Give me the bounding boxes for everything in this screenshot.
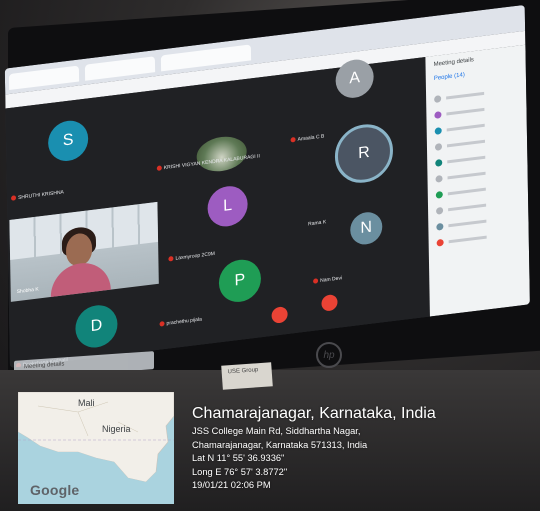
geotag-stamp: Chamarajanagar, Karnataka, India JSS Col… (192, 404, 436, 493)
geotag-address-line2: Chamarajanagar, Karnataka 571313, India (192, 439, 368, 450)
person-face (65, 231, 93, 268)
participant-name: Rama K (308, 219, 327, 228)
sticker-text: USE Group (227, 367, 259, 376)
map-label-nigeria: Nigeria (102, 424, 131, 434)
list-item[interactable] (436, 227, 521, 247)
laptop-screen: S SHRUTHI KRISHNA KRISHI VIGYAN KENDRA K… (4, 4, 530, 369)
sticker-label: USE Group (221, 362, 273, 390)
mic-off-icon (290, 137, 296, 143)
avatar-initial: R (358, 143, 370, 163)
geotag-longitude: Long E 76° 57' 3.8772" (192, 466, 288, 477)
geotag-datetime: 19/01/21 02:06 PM (192, 480, 271, 491)
leave-call-button[interactable] (321, 293, 338, 312)
geotag-latitude: Lat N 11° 55' 36.9336" (192, 453, 285, 464)
geotag-place: Chamarajanagar, Karnataka, India (192, 405, 436, 422)
avatar-initial: A (349, 69, 361, 88)
avatar-d: D (75, 302, 118, 350)
avatar-initial: D (90, 316, 103, 336)
mic-off-icon (159, 321, 165, 327)
participant-name: SHRUTHI KRISHNA (11, 189, 64, 202)
avatar-l: L (207, 183, 248, 229)
avatar-initial: L (223, 196, 233, 215)
participant-photo (196, 133, 247, 175)
meet-video-grid: S SHRUTHI KRISHNA KRISHI VIGYAN KENDRA K… (5, 57, 430, 369)
hp-logo-icon: hp (316, 342, 342, 368)
participant-name: Amaala C B (290, 133, 324, 143)
google-logo: Google (30, 482, 80, 498)
mic-toggle-button[interactable] (271, 305, 288, 324)
participant-name: Laxmyroop 2C9M (168, 251, 215, 263)
panel-title: Meeting details (433, 57, 474, 69)
avatar-initial: S (62, 131, 74, 150)
avatar-r: R (334, 121, 394, 187)
avatar-s: S (47, 118, 89, 164)
mic-off-icon (313, 278, 319, 285)
avatar-initial: N (360, 218, 373, 238)
camera-name: Shobha K (16, 286, 39, 296)
avatar-n: N (349, 210, 383, 247)
person-body (50, 259, 111, 301)
participant-name: prachethu pijala (159, 316, 202, 327)
participant-camera-feed: Shobha K (9, 201, 159, 302)
photo-scene: S SHRUTHI KRISHNA KRISHI VIGYAN KENDRA K… (0, 0, 540, 511)
mic-off-icon (168, 256, 174, 262)
meeting-details-link[interactable]: Meeting details (24, 361, 64, 370)
meeting-details-panel: Meeting details People (14) (425, 44, 530, 317)
mic-off-icon (156, 165, 162, 172)
map-label-mali: Mali (78, 398, 95, 408)
geotag-address-line1: JSS College Main Rd, Siddhartha Nagar, (192, 426, 361, 436)
map-inset: Mali Nigeria Google (18, 392, 174, 504)
avatar-initial: P (234, 271, 246, 290)
participant-name: Nam Devi (313, 275, 342, 285)
tab-people[interactable]: People (14) (434, 72, 465, 82)
avatar-p: P (218, 257, 262, 305)
mic-off-icon (11, 195, 17, 202)
